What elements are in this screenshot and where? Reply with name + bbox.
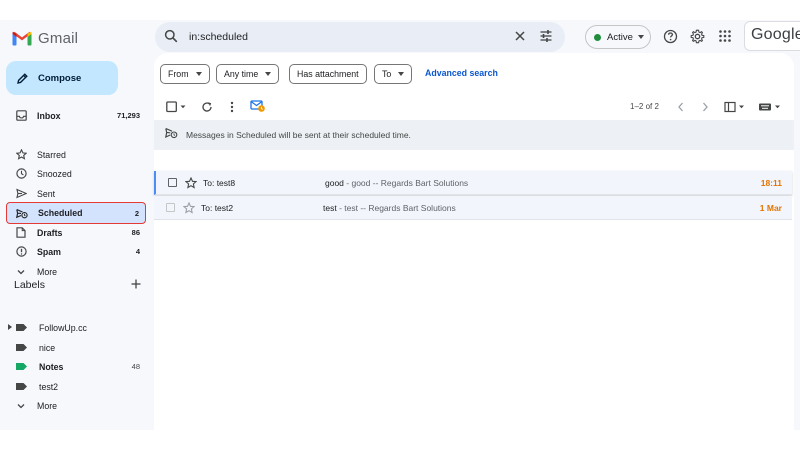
main-panel: From Any time Has attachment To Advanced… [154, 53, 794, 430]
pagination-count: 1–2 of 2 [630, 102, 659, 111]
sidebar-item-inbox[interactable]: Inbox 71,293 [6, 106, 146, 125]
search-input[interactable] [189, 28, 489, 46]
sidebar-item-starred[interactable]: Starred [6, 145, 146, 164]
chevron-down-icon [15, 400, 27, 412]
select-all-checkbox[interactable] [166, 100, 188, 118]
refresh-icon[interactable] [201, 100, 213, 118]
chevron-down-icon [398, 72, 405, 76]
label-tag-icon [16, 363, 27, 370]
chevron-down-icon [15, 266, 27, 278]
chevron-down-icon [265, 72, 272, 76]
filter-has-attachment-chip[interactable]: Has attachment [289, 64, 367, 84]
google-account-button[interactable]: Google [744, 21, 800, 51]
scheduled-send-icon [16, 207, 28, 219]
label-tag-icon [16, 383, 27, 390]
gmail-logo[interactable]: Gmail [12, 28, 78, 48]
label-item-followup[interactable]: FollowUp.cc [6, 318, 146, 337]
email-row[interactable]: To: test2 test - test -- Regards Bart So… [154, 196, 792, 220]
email-row[interactable]: To: test8 good - good -- Regards Bart So… [154, 171, 792, 195]
label-item-nice[interactable]: nice [6, 338, 146, 357]
label-item-notes[interactable]: Notes 48 [6, 357, 146, 376]
email-subject: good [325, 178, 344, 188]
email-subject-snippet: good - good -- Regards Bart Solutions [325, 178, 468, 188]
scheduled-notice-banner: Messages in Scheduled will be sent at th… [154, 120, 794, 150]
gmail-window: Gmail Active [0, 20, 800, 430]
notes-count: 48 [131, 362, 140, 371]
sidebar-item-scheduled[interactable]: Scheduled 2 [6, 202, 146, 224]
email-recipient: To: test2 [201, 203, 234, 213]
next-page-icon[interactable] [700, 100, 710, 118]
scheduled-send-icon [164, 126, 178, 144]
add-label-icon[interactable] [130, 277, 142, 295]
email-recipient: To: test8 [203, 178, 236, 188]
email-subject: test [323, 203, 337, 213]
inbox-icon [15, 110, 27, 122]
app-name: Gmail [38, 29, 79, 47]
sidebar-item-spam[interactable]: Spam 4 [6, 242, 146, 261]
row-checkbox[interactable] [168, 178, 177, 187]
star-icon [15, 149, 27, 161]
spam-count: 4 [135, 247, 140, 256]
spam-icon [15, 246, 27, 258]
split-pane-toggle-icon[interactable] [724, 100, 746, 118]
pencil-icon [17, 72, 28, 84]
search-bar[interactable] [155, 22, 565, 52]
label-item-test2[interactable]: test2 [6, 377, 146, 396]
scheduled-mail-icon[interactable] [250, 98, 266, 118]
prev-page-icon[interactable] [676, 100, 686, 118]
filter-to-chip[interactable]: To [374, 64, 413, 84]
label-tag-icon [16, 324, 27, 331]
help-icon[interactable] [663, 29, 678, 49]
email-snippet: - test -- Regards Bart Solutions [336, 203, 456, 213]
scheduled-count: 2 [134, 208, 139, 218]
clear-search-icon[interactable] [513, 29, 527, 48]
bottom-margin [0, 430, 800, 450]
search-icon[interactable] [164, 29, 178, 48]
more-options-icon[interactable] [229, 100, 235, 118]
status-label: Active [607, 31, 633, 43]
filter-from-chip[interactable]: From [160, 64, 210, 84]
filter-any-time-chip[interactable]: Any time [216, 64, 280, 84]
send-icon [15, 188, 27, 200]
labels-more[interactable]: More [6, 396, 146, 415]
email-snippet: - good -- Regards Bart Solutions [343, 178, 469, 188]
chevron-down-icon [195, 72, 202, 76]
gmail-m-icon [12, 31, 32, 45]
input-tools-keyboard-icon[interactable] [758, 100, 782, 118]
labels-heading: Labels [14, 279, 45, 291]
apps-grid-icon[interactable] [718, 29, 732, 48]
status-dot [594, 33, 601, 41]
sidebar-item-sent[interactable]: Sent [6, 184, 146, 203]
search-options-icon[interactable] [539, 29, 553, 48]
star-icon[interactable] [184, 176, 198, 194]
email-scheduled-time: 18:11 [760, 178, 782, 188]
message-toolbar: 1–2 of 2 [154, 93, 794, 119]
settings-gear-icon[interactable] [690, 29, 705, 49]
compose-button[interactable]: Compose [6, 61, 118, 95]
star-icon[interactable] [182, 201, 196, 219]
sidebar-item-drafts[interactable]: Drafts 86 [6, 223, 146, 242]
google-wordmark: Google [751, 26, 800, 43]
expand-arrow-icon[interactable] [8, 324, 12, 330]
inbox-count: 71,293 [117, 111, 140, 120]
email-scheduled-time: 1 Mar [759, 203, 782, 213]
chevron-down-icon [637, 35, 644, 39]
clock-icon [15, 168, 27, 180]
drafts-count: 86 [131, 228, 140, 237]
compose-label: Compose [38, 72, 82, 84]
scheduled-notice-text: Messages in Scheduled will be sent at th… [186, 130, 411, 140]
label-tag-icon [16, 344, 27, 351]
email-subject-snippet: test - test -- Regards Bart Solutions [323, 203, 456, 213]
row-checkbox[interactable] [166, 203, 175, 212]
sidebar-item-snoozed[interactable]: Snoozed [6, 164, 146, 183]
advanced-search-link[interactable]: Advanced search [425, 68, 498, 78]
draft-icon [15, 227, 27, 239]
status-selector[interactable]: Active [585, 25, 651, 49]
